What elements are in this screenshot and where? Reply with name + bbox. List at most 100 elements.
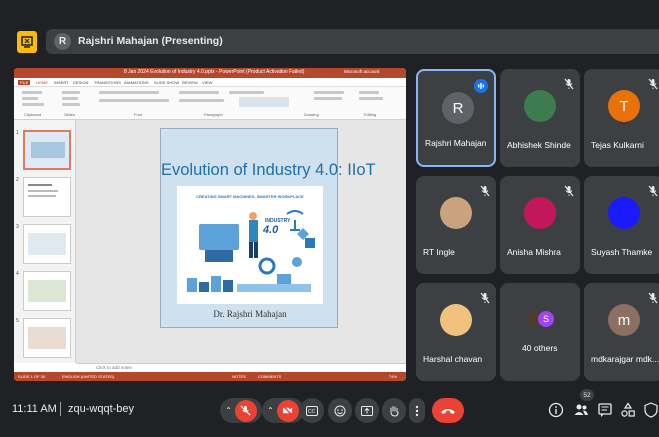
slide-thumbnail[interactable] [23, 130, 71, 170]
slide-thumbnail[interactable] [23, 177, 71, 217]
slide-thumbnails: 1 2 3 4 5 [14, 120, 76, 363]
presentation-app-icon[interactable] [17, 31, 37, 53]
participant-name: Anisha Mishra [507, 247, 561, 257]
thumb-number: 1 [16, 130, 19, 136]
top-bar: R Rajshri Mahajan (Presenting) [0, 0, 659, 60]
host-controls-icon[interactable] [643, 402, 659, 418]
mic-off-icon [480, 291, 490, 304]
people-icon[interactable] [573, 402, 589, 418]
ppt-tab-view: VIEW [202, 80, 213, 85]
mic-control-group: ⌃ [220, 398, 262, 423]
current-slide: Evolution of Industry 4.0: IIoT CREATING… [160, 128, 376, 328]
participant-name: Rajshri Mahajan [425, 138, 487, 148]
participant-tile[interactable]: R Rajshri Mahajan [416, 69, 496, 167]
participant-avatar [524, 90, 556, 122]
mic-off-button[interactable] [234, 399, 257, 422]
mic-off-icon [564, 77, 574, 90]
svg-text:CC: CC [308, 409, 316, 415]
status-slide-count: SLIDE 1 OF 30 [18, 374, 46, 379]
raise-hand-icon [390, 405, 399, 417]
participant-name: Tejas Kulkarni [591, 140, 644, 150]
divider [60, 402, 61, 416]
slide-thumbnail[interactable] [23, 271, 71, 311]
ribbon-group-font: Font [134, 112, 143, 117]
speaking-indicator-icon [474, 79, 488, 93]
leave-call-button[interactable] [432, 398, 464, 423]
participant-tile[interactable]: m mdkarajgar mdk... [584, 283, 659, 381]
mic-off-icon [648, 184, 658, 197]
present-button[interactable] [355, 398, 379, 423]
participant-tile[interactable]: T Tejas Kulkarni [584, 69, 659, 167]
mic-options-chevron-icon[interactable]: ⌃ [225, 406, 232, 415]
notes-placeholder: Click to add notes [96, 365, 132, 370]
participant-name: Abhishek Shinde [507, 140, 571, 150]
status-notes: NOTES [232, 374, 246, 379]
participant-name: mdkarajgar mdk... [591, 354, 659, 364]
present-icon [361, 405, 373, 416]
slide-title: Evolution of Industry 4.0: IIoT [161, 161, 376, 179]
ppt-window-title: 8 Jan 2024 Evolution of Industry 4.0.ppt… [124, 69, 305, 75]
ppt-tab-transitions: TRANSITIONS [94, 80, 121, 85]
presenter-avatar: R [54, 33, 71, 50]
thumb-number: 3 [16, 224, 19, 230]
ppt-tab-home: HOME [36, 80, 48, 85]
info-icon[interactable] [548, 402, 564, 418]
mic-off-icon [480, 184, 490, 197]
camera-off-button[interactable] [276, 399, 299, 422]
notes-pane[interactable]: Click to add notes [76, 363, 406, 372]
participant-avatar: m [608, 304, 640, 336]
camera-options-chevron-icon[interactable]: ⌃ [267, 406, 274, 415]
ribbon-group-editing: Editing [364, 112, 377, 117]
raise-hand-button[interactable] [382, 398, 406, 423]
chat-icon[interactable] [597, 402, 613, 418]
participant-tile[interactable]: Abhishek Shinde [500, 69, 580, 167]
slide-illustration: CREATING SMART MACHINES, SMARTER WORKPLA… [177, 186, 323, 304]
slide-author: Dr. Rajshri Mahajan [213, 309, 287, 319]
status-language: ENGLISH (UNITED STATES) [62, 374, 115, 379]
more-vert-icon [415, 405, 419, 416]
ppt-tab-insert: INSERT [54, 80, 69, 85]
participant-avatar [524, 197, 556, 229]
ppt-ribbon-tabs: FILE HOME INSERT DESIGN TRANSITIONS ANIM… [14, 78, 406, 87]
camera-off-icon [282, 405, 293, 416]
participant-tile[interactable]: Harshal chavan [416, 283, 496, 381]
participant-tile[interactable]: RT Ingle [416, 176, 496, 274]
status-zoom: 74% [389, 374, 398, 379]
ppt-tab-animations: ANIMATIONS [124, 80, 149, 85]
mic-off-icon [240, 405, 251, 416]
ppt-tab-design: DESIGN [73, 80, 89, 85]
ppt-tab-file: FILE [18, 80, 31, 85]
ppt-tab-slideshow: SLIDE SHOW [154, 80, 180, 85]
hang-up-icon [441, 408, 455, 414]
presenter-banner[interactable]: R Rajshri Mahajan (Presenting) [46, 29, 659, 54]
activities-icon[interactable] [620, 402, 636, 418]
captions-button[interactable]: CC [300, 398, 324, 423]
participant-avatar: S [538, 311, 554, 327]
more-options-button[interactable] [409, 398, 425, 423]
ppt-user: Microsoft account [344, 69, 380, 74]
slide-thumbnail[interactable] [23, 318, 71, 358]
participant-tile[interactable]: S 40 others [500, 283, 580, 381]
participant-name: Harshal chavan [423, 354, 483, 364]
ppt-ribbon: Clipboard Slides Font Paragraph Drawing … [14, 87, 406, 120]
emoji-button[interactable] [328, 398, 352, 423]
captions-icon: CC [306, 405, 318, 416]
slide-canvas: Evolution of Industry 4.0: IIoT CREATING… [76, 120, 406, 363]
shared-screen[interactable]: 8 Jan 2024 Evolution of Industry 4.0.ppt… [14, 68, 406, 381]
participant-avatar: T [608, 90, 640, 122]
mic-off-icon [648, 291, 658, 304]
presenter-label: Rajshri Mahajan (Presenting) [78, 35, 223, 47]
meeting-code: zqu-wqqt-bey [68, 403, 135, 415]
participant-tile[interactable]: Suyash Thamke [584, 176, 659, 274]
participant-name: RT Ingle [423, 247, 455, 257]
mic-off-icon [648, 77, 658, 90]
participant-avatar [440, 304, 472, 336]
ribbon-group-paragraph: Paragraph [204, 112, 223, 117]
participant-tile[interactable]: Anisha Mishra [500, 176, 580, 274]
participant-count-badge: 52 [580, 389, 594, 401]
ribbon-group-clipboard: Clipboard [24, 112, 42, 117]
participant-name: 40 others [522, 343, 558, 353]
clock: 11:11 AM [12, 403, 57, 415]
emoji-icon [334, 405, 346, 416]
slide-thumbnail[interactable] [23, 224, 71, 264]
